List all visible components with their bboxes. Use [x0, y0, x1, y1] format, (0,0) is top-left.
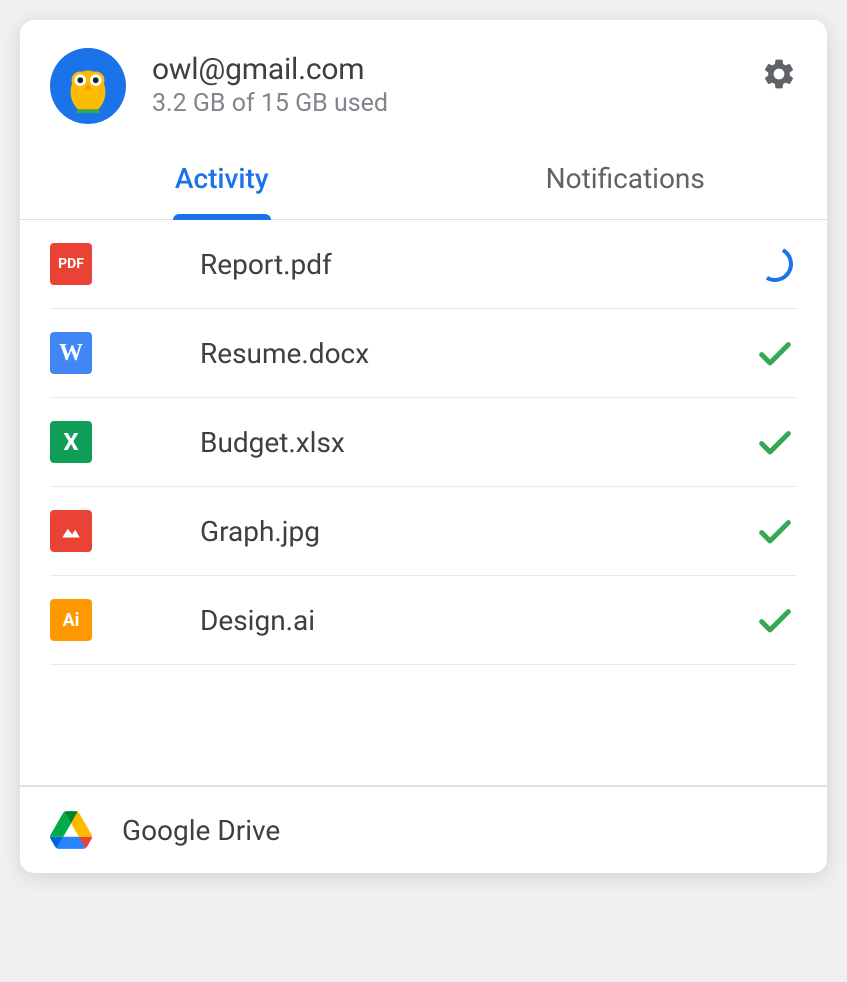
- file-list: PDF Report.pdf W Resume.docx X Budget.xl…: [20, 220, 827, 785]
- pdf-icon: PDF: [50, 243, 92, 285]
- check-icon: [755, 422, 795, 462]
- tab-notifications[interactable]: Notifications: [424, 142, 828, 219]
- footer[interactable]: Google Drive: [20, 785, 827, 873]
- file-row[interactable]: X Budget.xlsx: [50, 398, 797, 487]
- file-row[interactable]: W Resume.docx: [50, 309, 797, 398]
- file-name: Graph.jpg: [200, 515, 753, 548]
- word-icon: W: [50, 332, 92, 374]
- file-row[interactable]: Graph.jpg: [50, 487, 797, 576]
- file-row[interactable]: PDF Report.pdf: [50, 220, 797, 309]
- file-name: Report.pdf: [200, 248, 753, 281]
- sync-status-done: [753, 509, 797, 553]
- excel-icon: X: [50, 421, 92, 463]
- file-name: Budget.xlsx: [200, 426, 753, 459]
- file-name: Resume.docx: [200, 337, 753, 370]
- sync-status-done: [753, 420, 797, 464]
- settings-button[interactable]: [761, 56, 797, 92]
- tab-activity[interactable]: Activity: [20, 142, 424, 219]
- sync-status-done: [753, 598, 797, 642]
- header: owl@gmail.com 3.2 GB of 15 GB used: [20, 20, 827, 142]
- storage-usage: 3.2 GB of 15 GB used: [152, 89, 761, 118]
- spacer: [50, 665, 797, 785]
- illustrator-icon: Ai: [50, 599, 92, 641]
- check-icon: [755, 511, 795, 551]
- check-icon: [755, 333, 795, 373]
- footer-label: Google Drive: [122, 814, 280, 847]
- file-row[interactable]: Ai Design.ai: [50, 576, 797, 665]
- gear-icon: [761, 56, 797, 92]
- sync-status-done: [753, 331, 797, 375]
- check-icon: [755, 600, 795, 640]
- account-email: owl@gmail.com: [152, 52, 761, 87]
- spinner-icon: [753, 242, 797, 286]
- mountain-icon: [58, 518, 84, 544]
- file-name: Design.ai: [200, 604, 753, 637]
- drive-sync-panel: owl@gmail.com 3.2 GB of 15 GB used Activ…: [20, 20, 827, 873]
- sync-status-syncing: [753, 242, 797, 286]
- account-info: owl@gmail.com 3.2 GB of 15 GB used: [152, 48, 761, 118]
- owl-avatar-icon: [57, 55, 119, 117]
- google-drive-icon: [50, 811, 92, 849]
- avatar[interactable]: [50, 48, 126, 124]
- tabs: Activity Notifications: [20, 142, 827, 220]
- image-icon: [50, 510, 92, 552]
